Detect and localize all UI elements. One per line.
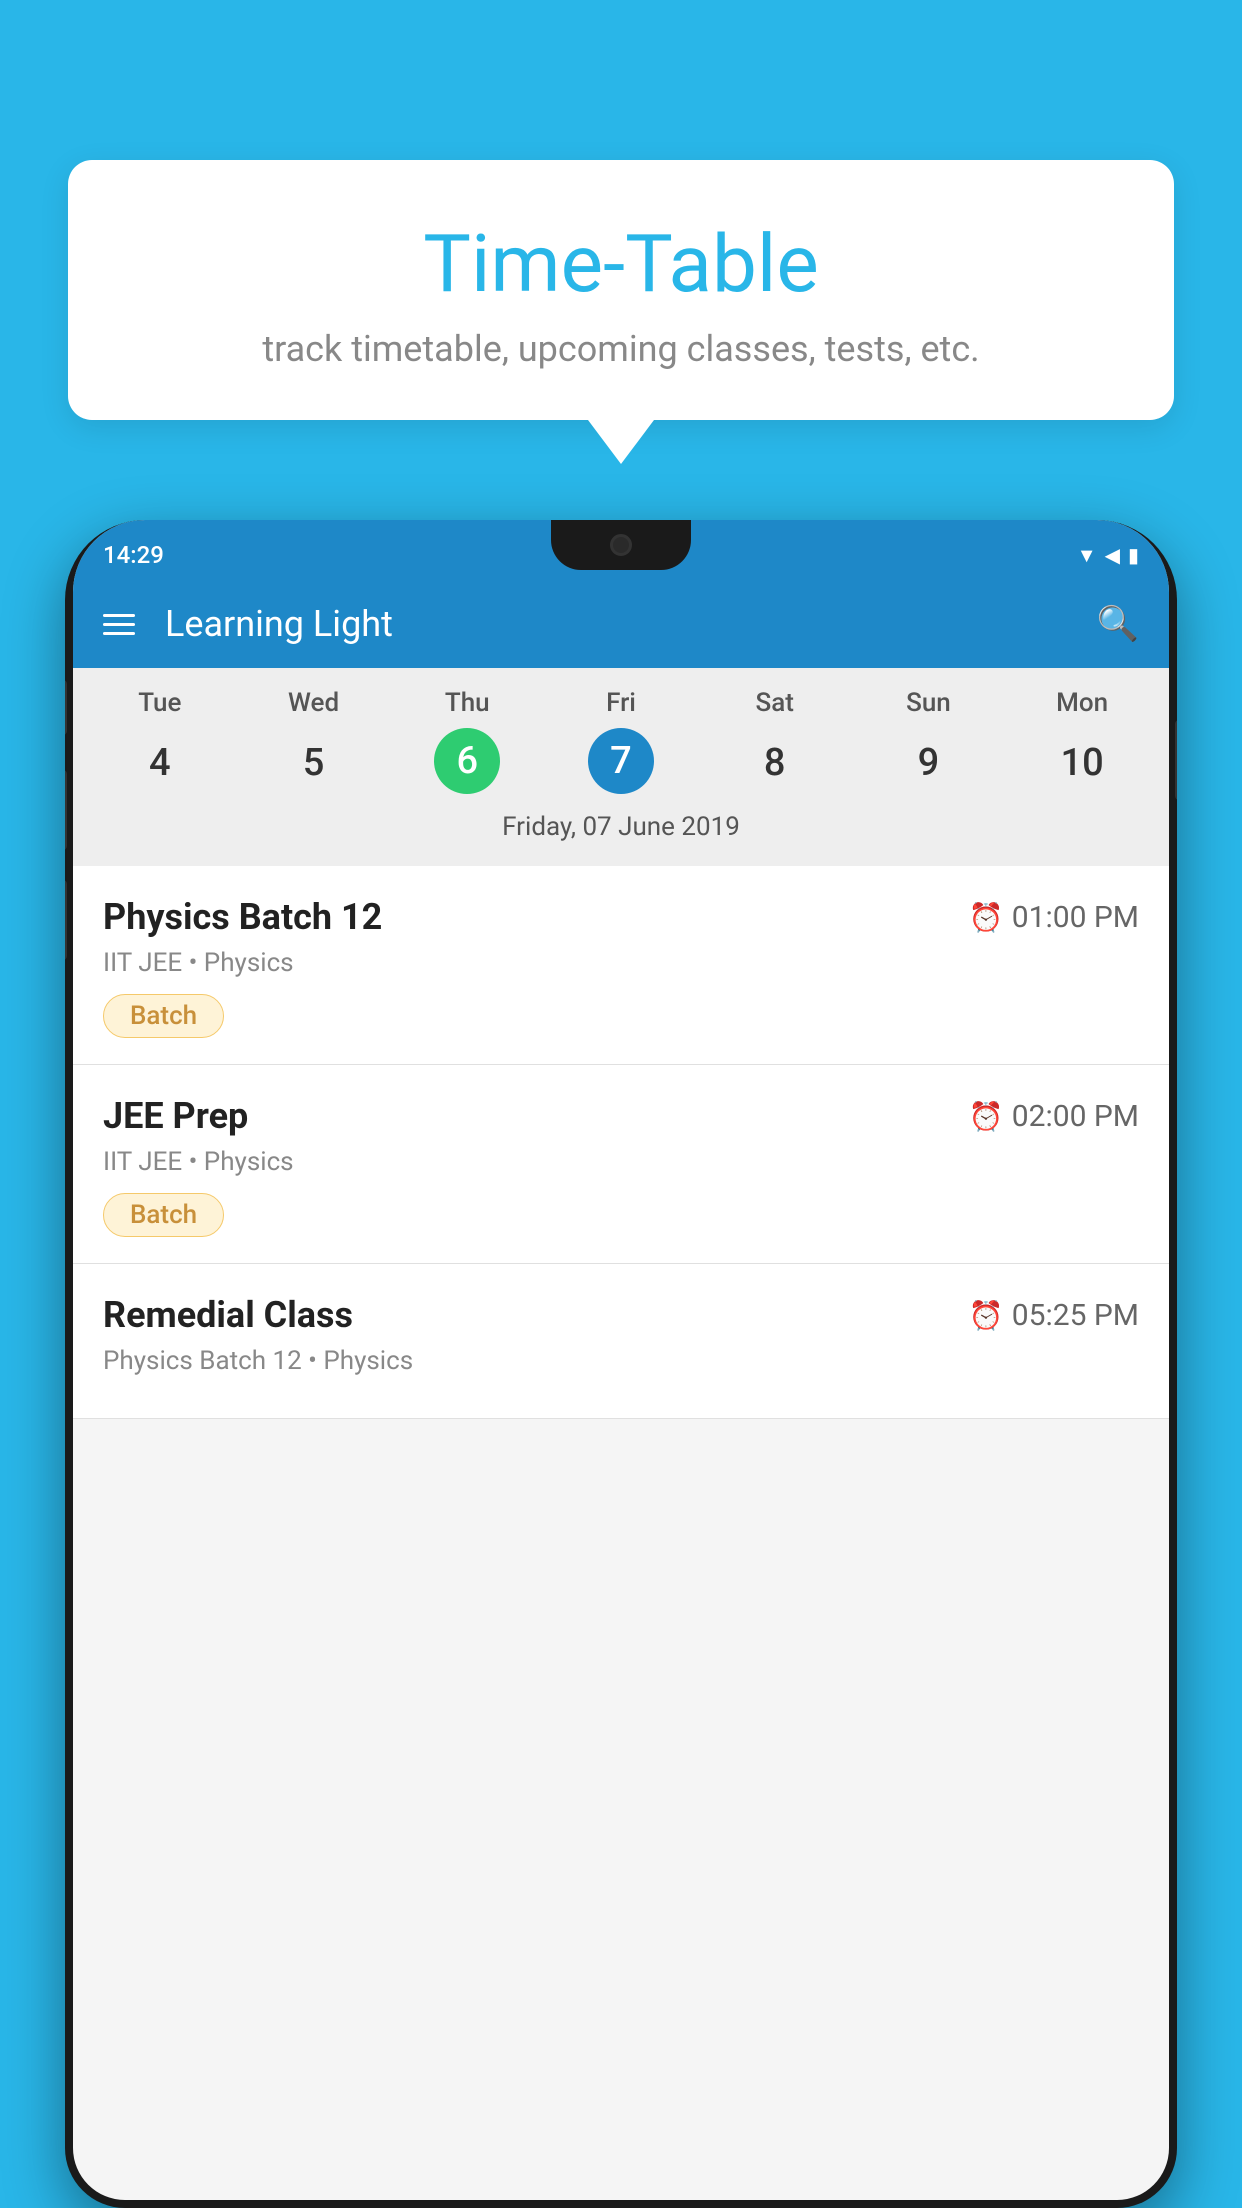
time-label-2: 02:00 PM bbox=[1012, 1099, 1139, 1134]
day-fri: Fri bbox=[544, 688, 698, 718]
time-label-3: 05:25 PM bbox=[1012, 1298, 1139, 1333]
schedule-title-1: Physics Batch 12 bbox=[103, 896, 382, 938]
date-10[interactable]: 10 bbox=[1005, 728, 1159, 798]
date-6-today[interactable]: 6 bbox=[434, 728, 500, 794]
dates-row: 4 5 6 7 8 9 10 bbox=[73, 728, 1169, 798]
camera-notch bbox=[610, 534, 632, 556]
volume-up-button bbox=[65, 770, 67, 850]
selected-date-label: Friday, 07 June 2019 bbox=[73, 812, 1169, 856]
signal-icon: ◀ bbox=[1105, 543, 1120, 567]
battery-icon: ▮ bbox=[1128, 543, 1139, 567]
phone-notch bbox=[551, 520, 691, 570]
phone-screen: 14:29 ▼ ◀ ▮ Learning Light 🔍 Tue Wed Thu bbox=[73, 520, 1169, 2200]
status-icons: ▼ ◀ ▮ bbox=[1077, 543, 1139, 568]
schedule-list: Physics Batch 12 ⏰ 01:00 PM IIT JEE • Ph… bbox=[73, 866, 1169, 1419]
schedule-title-2: JEE Prep bbox=[103, 1095, 248, 1137]
clock-icon-3: ⏰ bbox=[969, 1299, 1004, 1332]
day-mon: Mon bbox=[1005, 688, 1159, 718]
day-sun: Sun bbox=[852, 688, 1006, 718]
volume-down-button bbox=[65, 880, 67, 960]
schedule-item-header-1: Physics Batch 12 ⏰ 01:00 PM bbox=[103, 896, 1139, 938]
days-header: Tue Wed Thu Fri Sat Sun Mon bbox=[73, 688, 1169, 718]
schedule-meta-3: Physics Batch 12 • Physics bbox=[103, 1346, 1139, 1376]
tooltip-title: Time-Table bbox=[138, 220, 1104, 308]
tooltip-card: Time-Table track timetable, upcoming cla… bbox=[68, 160, 1174, 420]
schedule-time-2: ⏰ 02:00 PM bbox=[969, 1099, 1139, 1134]
schedule-meta-2: IIT JEE • Physics bbox=[103, 1147, 1139, 1177]
schedule-item-1[interactable]: Physics Batch 12 ⏰ 01:00 PM IIT JEE • Ph… bbox=[73, 866, 1169, 1065]
schedule-item-header-3: Remedial Class ⏰ 05:25 PM bbox=[103, 1294, 1139, 1336]
power-button bbox=[1175, 720, 1177, 800]
phone-frame: 14:29 ▼ ◀ ▮ Learning Light 🔍 Tue Wed Thu bbox=[65, 520, 1177, 2208]
schedule-time-1: ⏰ 01:00 PM bbox=[969, 900, 1139, 935]
date-4[interactable]: 4 bbox=[83, 728, 237, 798]
clock-icon-2: ⏰ bbox=[969, 1100, 1004, 1133]
day-tue: Tue bbox=[83, 688, 237, 718]
date-7-selected[interactable]: 7 bbox=[588, 728, 654, 794]
day-wed: Wed bbox=[237, 688, 391, 718]
status-time: 14:29 bbox=[103, 541, 164, 569]
schedule-time-3: ⏰ 05:25 PM bbox=[969, 1298, 1139, 1333]
app-title: Learning Light bbox=[165, 603, 1067, 645]
batch-badge-2: Batch bbox=[103, 1193, 224, 1237]
date-8[interactable]: 8 bbox=[698, 728, 852, 798]
day-sat: Sat bbox=[698, 688, 852, 718]
app-bar: Learning Light 🔍 bbox=[73, 580, 1169, 668]
clock-icon-1: ⏰ bbox=[969, 901, 1004, 934]
search-icon[interactable]: 🔍 bbox=[1097, 604, 1139, 644]
schedule-title-3: Remedial Class bbox=[103, 1294, 353, 1336]
day-thu: Thu bbox=[390, 688, 544, 718]
wifi-icon: ▼ bbox=[1077, 543, 1097, 568]
date-5[interactable]: 5 bbox=[237, 728, 391, 798]
schedule-item-2[interactable]: JEE Prep ⏰ 02:00 PM IIT JEE • Physics Ba… bbox=[73, 1065, 1169, 1264]
menu-icon[interactable] bbox=[103, 614, 135, 635]
volume-silent-button bbox=[65, 680, 67, 735]
schedule-meta-1: IIT JEE • Physics bbox=[103, 948, 1139, 978]
calendar-section: Tue Wed Thu Fri Sat Sun Mon 4 5 6 7 8 9 … bbox=[73, 668, 1169, 866]
batch-badge-1: Batch bbox=[103, 994, 224, 1038]
date-9[interactable]: 9 bbox=[852, 728, 1006, 798]
time-label-1: 01:00 PM bbox=[1012, 900, 1139, 935]
tooltip-subtitle: track timetable, upcoming classes, tests… bbox=[138, 328, 1104, 370]
schedule-item-3[interactable]: Remedial Class ⏰ 05:25 PM Physics Batch … bbox=[73, 1264, 1169, 1419]
schedule-item-header-2: JEE Prep ⏰ 02:00 PM bbox=[103, 1095, 1139, 1137]
